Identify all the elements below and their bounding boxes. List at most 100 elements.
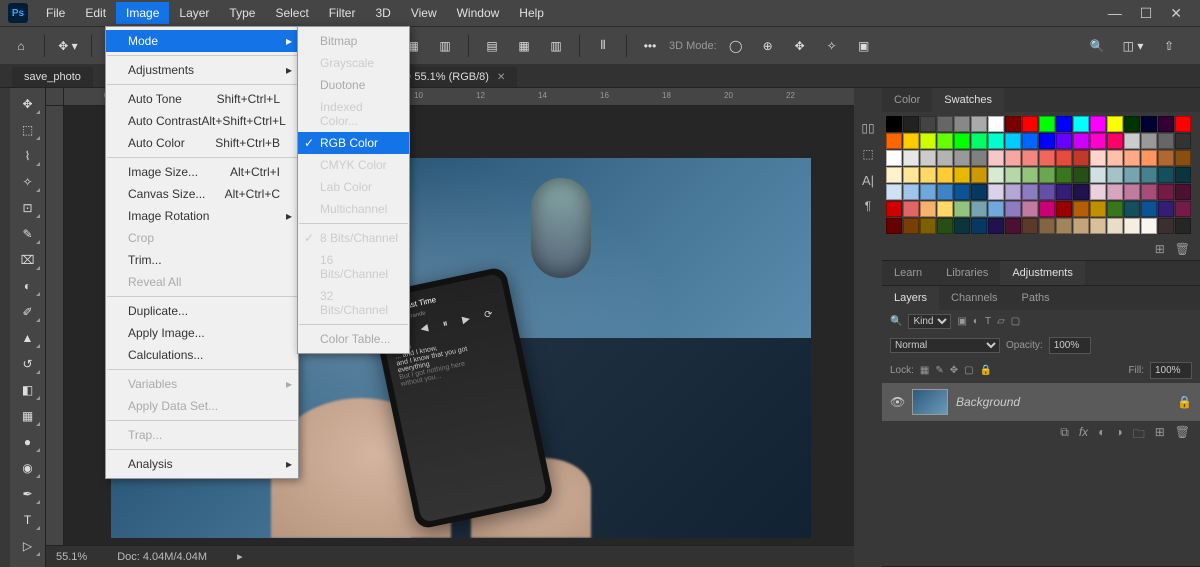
swatch[interactable] xyxy=(1141,133,1157,149)
swatch[interactable] xyxy=(1141,184,1157,200)
swatch[interactable] xyxy=(1090,201,1106,217)
swatch[interactable] xyxy=(954,201,970,217)
swatch[interactable] xyxy=(1056,184,1072,200)
swatch[interactable] xyxy=(1056,150,1072,166)
swatch[interactable] xyxy=(1022,150,1038,166)
swatch[interactable] xyxy=(1158,133,1174,149)
swatch[interactable] xyxy=(1141,201,1157,217)
swatch[interactable] xyxy=(886,133,902,149)
lock-all-icon[interactable]: 🔒 xyxy=(980,365,992,376)
swatch[interactable] xyxy=(903,218,919,234)
swatch[interactable] xyxy=(1107,167,1123,183)
swatch[interactable] xyxy=(937,167,953,183)
swatch[interactable] xyxy=(1175,167,1191,183)
swatch[interactable] xyxy=(1073,218,1089,234)
swatch[interactable] xyxy=(1141,116,1157,132)
align-right-icon[interactable]: ▥ xyxy=(432,33,458,59)
swatch[interactable] xyxy=(1158,184,1174,200)
distribute-icon[interactable]: ⫴ xyxy=(590,33,616,59)
swatch[interactable] xyxy=(1039,133,1055,149)
swatch[interactable] xyxy=(1090,167,1106,183)
tab-channels[interactable]: Channels xyxy=(939,286,1009,310)
menu-filter[interactable]: Filter xyxy=(319,2,366,24)
swatch[interactable] xyxy=(1175,184,1191,200)
swatch[interactable] xyxy=(903,201,919,217)
swatch[interactable] xyxy=(971,167,987,183)
swatch[interactable] xyxy=(1124,218,1140,234)
swatch[interactable] xyxy=(937,150,953,166)
swatch[interactable] xyxy=(1005,167,1021,183)
swatch[interactable] xyxy=(954,167,970,183)
swatch[interactable] xyxy=(1056,116,1072,132)
menu-item-image-rotation[interactable]: Image Rotation▸ xyxy=(106,205,298,227)
blend-mode-select[interactable]: Normal xyxy=(890,338,1000,353)
swatch[interactable] xyxy=(971,201,987,217)
swatch[interactable] xyxy=(1005,184,1021,200)
brush-settings-icon[interactable]: ⬚ xyxy=(858,144,878,164)
filter-shape-icon[interactable]: ▱ xyxy=(997,316,1005,327)
eyedropper-tool[interactable]: ✎ xyxy=(14,222,42,246)
swatch[interactable] xyxy=(1175,201,1191,217)
swatch[interactable] xyxy=(1073,150,1089,166)
workspace-switcher-icon[interactable]: ◫ ▾ xyxy=(1120,33,1146,59)
swatch[interactable] xyxy=(1090,184,1106,200)
swatch[interactable] xyxy=(1141,150,1157,166)
menu-item-image-size-[interactable]: Image Size...Alt+Ctrl+I xyxy=(106,161,298,183)
swatch[interactable] xyxy=(1107,116,1123,132)
share-icon[interactable]: ⇧ xyxy=(1156,33,1182,59)
clone-stamp-tool[interactable]: ▲ xyxy=(14,326,42,350)
tab-swatches[interactable]: Swatches xyxy=(932,88,1004,112)
menu-item-mode[interactable]: Mode▸ xyxy=(106,30,298,52)
layer-filter-kind[interactable]: Kind xyxy=(908,314,951,329)
swatch[interactable] xyxy=(1056,167,1072,183)
move-3d-icon[interactable]: ✥ xyxy=(787,33,813,59)
menu-item-trim-[interactable]: Trim... xyxy=(106,249,298,271)
healing-brush-tool[interactable]: ◐ xyxy=(14,274,42,298)
layer-mask-icon[interactable]: ◐ xyxy=(1098,425,1105,446)
maximize-button[interactable]: ☐ xyxy=(1140,5,1153,22)
menu-window[interactable]: Window xyxy=(447,2,510,24)
menu-layer[interactable]: Layer xyxy=(169,2,219,24)
layer-fx-icon[interactable]: fx xyxy=(1079,425,1088,446)
group-icon[interactable]: 🗀 xyxy=(1133,425,1145,446)
lock-brush-icon[interactable]: ✎ xyxy=(935,365,943,376)
brush-tool[interactable]: ✐ xyxy=(14,300,42,324)
swatch[interactable] xyxy=(1107,201,1123,217)
move-tool[interactable]: ✥ xyxy=(14,92,42,116)
close-button[interactable]: ✕ xyxy=(1170,5,1182,22)
gradient-tool[interactable]: ▦ xyxy=(14,404,42,428)
filter-adjust-icon[interactable]: ◐ xyxy=(973,316,979,327)
mode--bits-channel[interactable]: 16 Bits/Channel xyxy=(298,249,409,285)
swatch[interactable] xyxy=(954,150,970,166)
zoom-level[interactable]: 55.1% xyxy=(56,551,87,563)
swatch[interactable] xyxy=(1124,133,1140,149)
fill-field[interactable] xyxy=(1150,362,1192,379)
document-tab[interactable]: save_photo xyxy=(12,67,93,87)
swatch[interactable] xyxy=(1039,167,1055,183)
pen-tool[interactable]: ✒ xyxy=(14,482,42,506)
lock-pixels-icon[interactable]: ▦ xyxy=(920,365,929,376)
swatch[interactable] xyxy=(920,150,936,166)
swatch[interactable] xyxy=(1039,201,1055,217)
mode-grayscale[interactable]: Grayscale xyxy=(298,52,409,74)
menu-item-calculations-[interactable]: Calculations... xyxy=(106,344,298,366)
move-tool-icon[interactable]: ✥ ▾ xyxy=(55,33,81,59)
layer-row[interactable]: 👁 Background 🔒 xyxy=(882,383,1200,421)
swatch[interactable] xyxy=(1158,116,1174,132)
swatch[interactable] xyxy=(1039,116,1055,132)
home-icon[interactable]: ⌂ xyxy=(8,33,34,59)
swatch[interactable] xyxy=(1175,150,1191,166)
path-select-tool[interactable]: ▷ xyxy=(14,534,42,558)
menu-item-auto-contrast[interactable]: Auto ContrastAlt+Shift+Ctrl+L xyxy=(106,110,298,132)
paragraph-icon[interactable]: ¶ xyxy=(858,196,878,216)
swatch[interactable] xyxy=(920,133,936,149)
menu-item-apply-image-[interactable]: Apply Image... xyxy=(106,322,298,344)
swatch[interactable] xyxy=(903,150,919,166)
swatch[interactable] xyxy=(988,150,1004,166)
swatch[interactable] xyxy=(937,218,953,234)
swatch[interactable] xyxy=(1090,150,1106,166)
filter-type-icon[interactable]: T xyxy=(985,316,991,327)
magic-wand-tool[interactable]: ✧ xyxy=(14,170,42,194)
menu-item-analysis[interactable]: Analysis▸ xyxy=(106,453,298,475)
swatch[interactable] xyxy=(1107,133,1123,149)
